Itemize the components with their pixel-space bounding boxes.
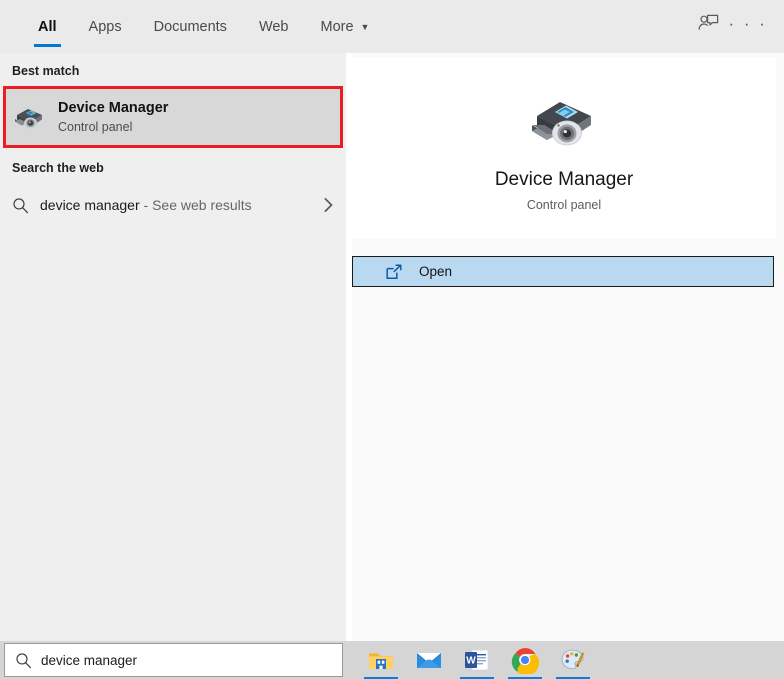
- file-explorer-icon: [367, 646, 395, 674]
- taskbar-item-file-explorer[interactable]: [357, 641, 405, 679]
- search-icon: [5, 652, 41, 669]
- preview-title: Device Manager: [495, 168, 633, 192]
- overflow-dots: · · ·: [729, 15, 768, 32]
- search-the-web-header: Search the web: [0, 148, 346, 183]
- best-match-container: Device Manager Control panel: [3, 86, 343, 148]
- web-result-item[interactable]: device manager - See web results: [0, 183, 346, 227]
- taskbar-item-chrome[interactable]: [501, 641, 549, 679]
- more-options-icon[interactable]: · · ·: [728, 3, 768, 43]
- search-input[interactable]: device manager: [4, 643, 343, 677]
- tab-all[interactable]: All: [22, 0, 73, 53]
- svg-text:W: W: [466, 656, 476, 667]
- tab-all-label: All: [38, 19, 57, 35]
- result-title: Device Manager: [58, 99, 168, 117]
- taskbar-item-mail[interactable]: [405, 641, 453, 679]
- web-result-label: device manager - See web results: [40, 197, 252, 213]
- device-manager-icon: [12, 100, 46, 134]
- person-feedback-icon[interactable]: [688, 3, 728, 43]
- open-button-label: Open: [419, 264, 452, 279]
- taskbar-icon-list: W: [357, 641, 597, 679]
- open-external-icon: [385, 262, 405, 282]
- windows-search-window: All Apps Documents Web More ▼: [0, 0, 784, 679]
- tab-apps[interactable]: Apps: [73, 0, 138, 53]
- mail-icon: [415, 646, 443, 674]
- tab-apps-label: Apps: [89, 19, 122, 35]
- open-button[interactable]: Open: [352, 256, 774, 287]
- search-icon: [12, 197, 40, 214]
- result-text-block: Device Manager Control panel: [58, 99, 168, 136]
- taskbar-item-paint[interactable]: [549, 641, 597, 679]
- tab-web[interactable]: Web: [243, 0, 305, 53]
- best-match-header: Best match: [0, 53, 346, 86]
- tab-more[interactable]: More ▼: [305, 0, 386, 53]
- chrome-icon: [511, 646, 539, 674]
- word-icon: W: [463, 646, 491, 674]
- tabbar-actions: · · ·: [688, 0, 784, 46]
- preview-pane: Device Manager Control panel Open: [352, 53, 784, 641]
- preview-content: Device Manager Control panel: [352, 57, 776, 239]
- tab-more-label: More: [321, 19, 354, 35]
- preview-subtitle: Control panel: [527, 198, 601, 212]
- web-result-query: device manager: [40, 197, 140, 213]
- web-result-suffix: - See web results: [140, 197, 252, 213]
- result-item-device-manager[interactable]: Device Manager Control panel: [3, 86, 343, 148]
- tab-documents-label: Documents: [154, 19, 227, 35]
- taskbar-item-word[interactable]: W: [453, 641, 501, 679]
- result-subtitle: Control panel: [58, 119, 168, 136]
- chevron-down-icon: ▼: [361, 23, 370, 32]
- search-filter-tabbar: All Apps Documents Web More ▼: [0, 0, 784, 53]
- taskbar: device manager: [0, 641, 784, 679]
- preview-card: Device Manager Control panel: [352, 57, 776, 239]
- search-results-pane: Best match: [0, 53, 346, 641]
- paint-icon: [559, 646, 587, 674]
- tab-web-label: Web: [259, 19, 289, 35]
- tab-list: All Apps Documents Web More ▼: [0, 0, 385, 53]
- device-manager-icon: [527, 90, 601, 152]
- chevron-right-icon[interactable]: [323, 197, 334, 213]
- search-input-value: device manager: [41, 653, 137, 668]
- tab-documents[interactable]: Documents: [138, 0, 243, 53]
